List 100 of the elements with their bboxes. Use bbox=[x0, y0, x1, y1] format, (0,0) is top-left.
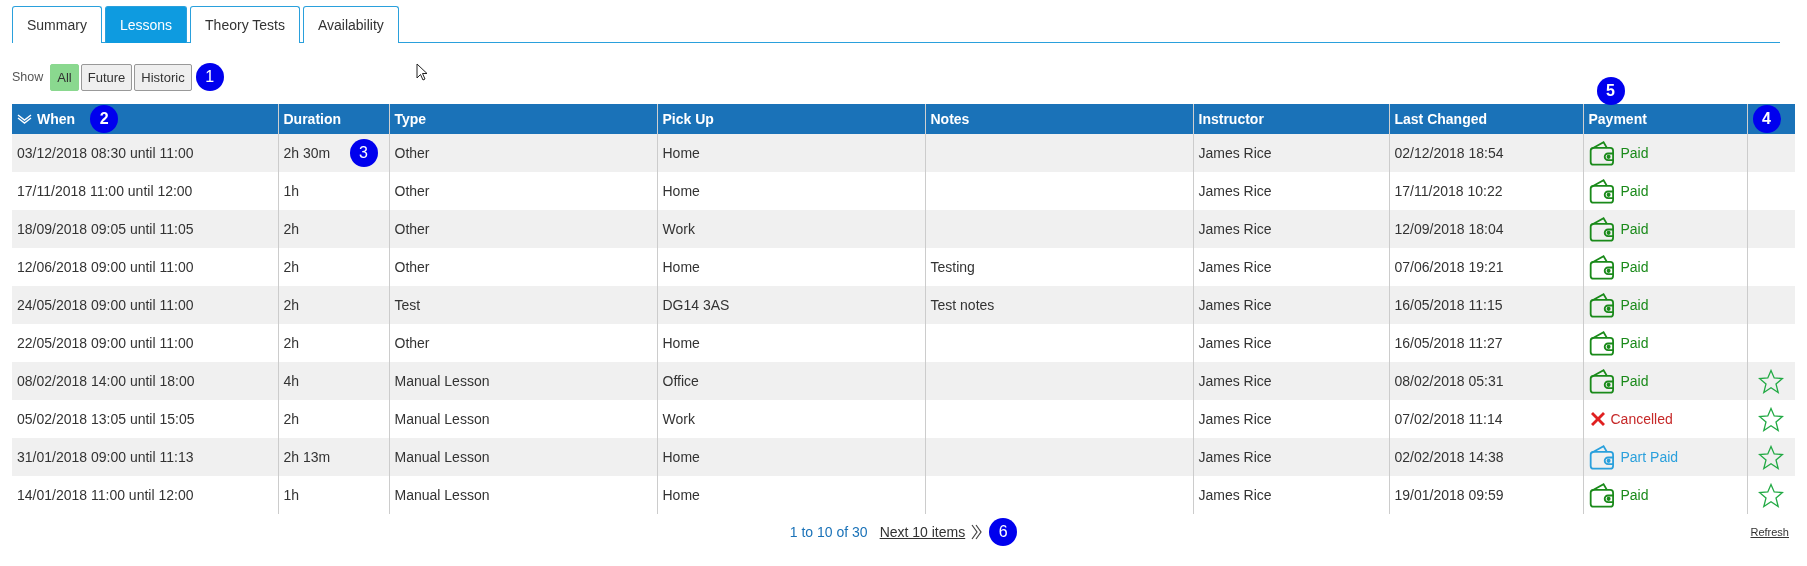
instructor-cell: James Rice bbox=[1198, 449, 1272, 465]
duration-cell: 2h 13m bbox=[283, 449, 331, 465]
wallet-icon bbox=[1588, 367, 1617, 395]
pickup-cell: Office bbox=[662, 373, 699, 389]
star-icon[interactable] bbox=[1758, 368, 1785, 394]
show-label: Show bbox=[12, 70, 44, 84]
payment-status: Paid bbox=[1620, 297, 1649, 313]
type-cell: Test bbox=[394, 297, 421, 313]
pickup-cell: Work bbox=[662, 411, 695, 427]
instructor-cell: James Rice bbox=[1198, 411, 1272, 427]
wallet-icon bbox=[1588, 481, 1617, 509]
payment-status: Paid bbox=[1620, 221, 1649, 237]
when-cell: 14/01/2018 11:00 until 12:00 bbox=[17, 487, 194, 503]
wallet-icon bbox=[1588, 177, 1617, 205]
payment-status: Paid bbox=[1620, 145, 1649, 161]
payment-status: Paid bbox=[1620, 373, 1649, 389]
tab[interactable]: Summary bbox=[12, 6, 102, 43]
page-range: 1 to 10 of 30 bbox=[789, 524, 868, 540]
next-page-link[interactable]: Next 10 items bbox=[879, 524, 966, 540]
instructor-cell: James Rice bbox=[1198, 373, 1272, 389]
wallet-icon bbox=[1588, 215, 1617, 243]
pickup-cell: Work bbox=[662, 221, 695, 237]
when-cell: 03/12/2018 08:30 until 11:00 bbox=[17, 145, 194, 161]
when-cell: 12/06/2018 09:00 until 11:00 bbox=[17, 259, 194, 275]
pickup-cell: DG14 3AS bbox=[662, 297, 730, 313]
when-cell: 22/05/2018 09:00 until 11:00 bbox=[17, 335, 194, 351]
when-cell: 31/01/2018 09:00 until 11:13 bbox=[17, 449, 194, 465]
duration-cell: 2h bbox=[283, 297, 300, 313]
refresh-link[interactable]: Refresh bbox=[1750, 526, 1789, 538]
star-icon[interactable] bbox=[1758, 406, 1785, 432]
when-cell: 24/05/2018 09:00 until 11:00 bbox=[17, 297, 194, 313]
wallet-icon bbox=[1588, 139, 1617, 167]
duration-cell: 1h bbox=[283, 183, 300, 199]
annotation-marker: 5 bbox=[1596, 77, 1625, 105]
pickup-cell: Home bbox=[662, 259, 700, 275]
wallet-icon bbox=[1588, 291, 1617, 319]
column-title: Instructor bbox=[1198, 111, 1264, 127]
filter-button[interactable]: Future bbox=[80, 63, 133, 91]
duration-cell: 2h 30m bbox=[283, 145, 331, 161]
annotation-marker: 1 bbox=[195, 63, 224, 91]
star-icon[interactable] bbox=[1758, 482, 1785, 508]
changed-cell: 19/01/2018 09:59 bbox=[1394, 487, 1504, 503]
type-cell: Manual Lesson bbox=[394, 487, 490, 503]
tab[interactable]: Availability bbox=[302, 6, 399, 43]
pickup-cell: Home bbox=[662, 449, 700, 465]
type-cell: Other bbox=[394, 221, 430, 237]
when-cell: 18/09/2018 09:05 until 11:05 bbox=[17, 221, 194, 237]
duration-cell: 2h bbox=[283, 221, 300, 237]
wallet-icon bbox=[1588, 443, 1617, 471]
pickup-cell: Home bbox=[662, 145, 700, 161]
duration-cell: 1h bbox=[283, 487, 300, 503]
type-cell: Manual Lesson bbox=[394, 373, 490, 389]
instructor-cell: James Rice bbox=[1198, 487, 1272, 503]
type-cell: Manual Lesson bbox=[394, 449, 490, 465]
duration-cell: 2h bbox=[283, 335, 300, 351]
instructor-cell: James Rice bbox=[1198, 297, 1272, 313]
changed-cell: 02/12/2018 18:54 bbox=[1394, 145, 1504, 161]
notes-cell: Test notes bbox=[930, 297, 995, 313]
changed-cell: 07/06/2018 19:21 bbox=[1394, 259, 1504, 275]
changed-cell: 17/11/2018 10:22 bbox=[1394, 183, 1503, 199]
payment-status: Paid bbox=[1620, 487, 1649, 503]
annotation-marker: 4 bbox=[1752, 105, 1781, 133]
filter-button[interactable]: All bbox=[50, 63, 79, 91]
filter-button[interactable]: Historic bbox=[134, 63, 192, 91]
column-header[interactable]: When 2 bbox=[12, 104, 278, 134]
annotation-marker: 6 bbox=[989, 518, 1018, 546]
changed-cell: 02/02/2018 14:38 bbox=[1394, 449, 1504, 465]
column-title: Duration bbox=[283, 111, 342, 127]
column-title: Pick Up bbox=[662, 111, 714, 127]
changed-cell: 16/05/2018 11:27 bbox=[1394, 335, 1503, 351]
pickup-cell: Home bbox=[662, 183, 700, 199]
instructor-cell: James Rice bbox=[1198, 145, 1272, 161]
duration-cell: 2h bbox=[283, 259, 300, 275]
annotation-marker: 3 bbox=[349, 139, 378, 167]
instructor-cell: James Rice bbox=[1198, 335, 1272, 351]
tab[interactable]: Theory Tests bbox=[190, 6, 300, 43]
type-cell: Other bbox=[394, 183, 430, 199]
star-icon[interactable] bbox=[1758, 444, 1785, 470]
duration-cell: 2h bbox=[283, 411, 300, 427]
column-title: Notes bbox=[930, 111, 970, 127]
type-cell: Other bbox=[394, 335, 430, 351]
instructor-cell: James Rice bbox=[1198, 183, 1272, 199]
when-cell: 17/11/2018 11:00 until 12:00 bbox=[17, 183, 193, 199]
changed-cell: 07/02/2018 11:14 bbox=[1394, 411, 1503, 427]
changed-cell: 08/02/2018 05:31 bbox=[1394, 373, 1504, 389]
payment-status: Paid bbox=[1620, 335, 1649, 351]
column-title: Last Changed bbox=[1394, 111, 1488, 127]
type-cell: Manual Lesson bbox=[394, 411, 490, 427]
when-cell: 05/02/2018 13:05 until 15:05 bbox=[17, 411, 195, 427]
type-cell: Other bbox=[394, 145, 430, 161]
changed-cell: 16/05/2018 11:15 bbox=[1394, 297, 1503, 313]
payment-status: Paid bbox=[1620, 259, 1649, 275]
type-cell: Other bbox=[394, 259, 430, 275]
when-cell: 08/02/2018 14:00 until 18:00 bbox=[17, 373, 195, 389]
column-title: Type bbox=[394, 111, 427, 127]
wallet-icon bbox=[1588, 329, 1617, 357]
wallet-icon bbox=[1588, 253, 1617, 281]
changed-cell: 12/09/2018 18:04 bbox=[1394, 221, 1504, 237]
column-title: Payment bbox=[1588, 111, 1647, 127]
double-chevron-icon[interactable] bbox=[971, 524, 984, 540]
